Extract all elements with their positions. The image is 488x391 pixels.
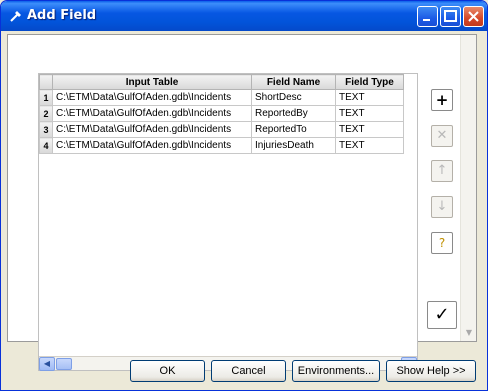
column-header-input-table[interactable]: Input Table: [52, 74, 252, 90]
dialog-client: Input Table Field Name Field Type 1 C:\E…: [4, 31, 484, 388]
table-row[interactable]: 2 C:\ETM\Data\GulfOfAden.gdb\Incidents R…: [39, 105, 404, 122]
scroll-down-icon[interactable]: ▼: [461, 325, 477, 341]
field-name-cell[interactable]: InjuriesDeath: [251, 137, 336, 154]
close-icon: [468, 11, 479, 22]
table-row[interactable]: 3 C:\ETM\Data\GulfOfAden.gdb\Incidents R…: [39, 121, 404, 138]
checkmark-icon: ✓: [434, 304, 450, 325]
scroll-thumb[interactable]: [56, 358, 72, 370]
input-table-cell[interactable]: C:\ETM\Data\GulfOfAden.gdb\Incidents: [52, 121, 252, 138]
move-down-button[interactable]: ↓: [431, 196, 453, 218]
row-number[interactable]: 2: [39, 105, 53, 122]
window-title: Add Field: [27, 8, 97, 23]
input-table-cell[interactable]: C:\ETM\Data\GulfOfAden.gdb\Incidents: [52, 137, 252, 154]
arrow-down-icon: ↓: [436, 199, 448, 214]
field-name-cell[interactable]: ReportedBy: [251, 105, 336, 122]
close-button[interactable]: [463, 6, 484, 27]
parameters-panel: Input Table Field Name Field Type 1 C:\E…: [7, 34, 477, 371]
row-number[interactable]: 3: [39, 121, 53, 138]
fields-grid: Input Table Field Name Field Type 1 C:\E…: [38, 73, 418, 371]
tool-icon: [10, 11, 21, 22]
field-type-cell[interactable]: TEXT: [335, 137, 404, 154]
cancel-button[interactable]: Cancel: [211, 360, 286, 382]
show-help-button[interactable]: Show Help >>: [386, 360, 476, 382]
maximize-icon: [444, 10, 457, 22]
arrow-up-icon: ↑: [436, 163, 448, 178]
title-bar[interactable]: Add Field: [1, 1, 487, 31]
column-header-field-name[interactable]: Field Name: [251, 74, 336, 90]
input-table-cell[interactable]: C:\ETM\Data\GulfOfAden.gdb\Incidents: [52, 105, 252, 122]
maximize-button[interactable]: [440, 6, 461, 27]
field-type-cell[interactable]: TEXT: [335, 121, 404, 138]
field-type-cell[interactable]: TEXT: [335, 105, 404, 122]
apply-check-button[interactable]: ✓: [427, 301, 457, 329]
help-button[interactable]: ?: [431, 232, 453, 254]
help-icon: ?: [438, 236, 446, 250]
add-row-button[interactable]: +: [431, 89, 453, 111]
remove-row-button[interactable]: ✕: [431, 125, 453, 147]
field-name-cell[interactable]: ShortDesc: [251, 89, 336, 106]
row-number[interactable]: 4: [39, 137, 53, 154]
field-name-cell[interactable]: ReportedTo: [251, 121, 336, 138]
table-row[interactable]: 4 C:\ETM\Data\GulfOfAden.gdb\Incidents I…: [39, 137, 404, 154]
column-header-field-type[interactable]: Field Type: [335, 74, 404, 90]
plus-icon: +: [435, 91, 449, 109]
environments-button[interactable]: Environments...: [292, 360, 380, 382]
row-header-corner: [39, 74, 53, 90]
scroll-left-icon[interactable]: ◀: [39, 357, 55, 371]
input-table-cell[interactable]: C:\ETM\Data\GulfOfAden.gdb\Incidents: [52, 89, 252, 106]
vertical-scrollbar[interactable]: ▼: [460, 35, 476, 341]
move-up-button[interactable]: ↑: [431, 160, 453, 182]
remove-icon: ✕: [436, 128, 448, 143]
field-type-cell[interactable]: TEXT: [335, 89, 404, 106]
table-row[interactable]: 1 C:\ETM\Data\GulfOfAden.gdb\Incidents S…: [39, 89, 404, 106]
row-number[interactable]: 1: [39, 89, 53, 106]
minimize-button[interactable]: [417, 6, 438, 27]
add-field-window: Add Field Input Table Field Name Field T: [0, 0, 488, 391]
ok-button[interactable]: OK: [130, 360, 205, 382]
minimize-icon: [423, 19, 430, 21]
fields-table: Input Table Field Name Field Type 1 C:\E…: [39, 74, 404, 154]
